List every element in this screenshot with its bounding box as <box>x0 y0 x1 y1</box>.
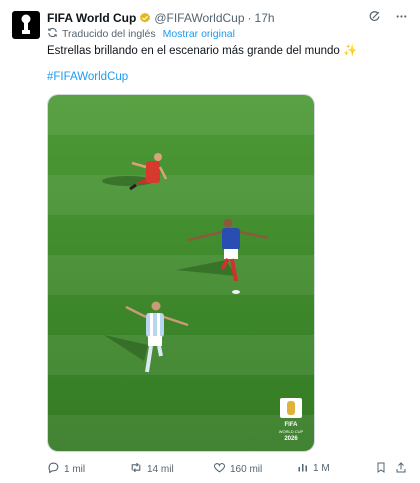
show-original-link[interactable]: Mostrar original <box>163 28 235 40</box>
grok-icon[interactable] <box>368 10 381 26</box>
display-name[interactable]: FIFA World Cup <box>47 11 136 25</box>
bookmark-button[interactable] <box>375 461 387 477</box>
like-count: 160 mil <box>230 463 263 475</box>
logo-line1-text: WORLD CUP <box>279 429 304 434</box>
handle[interactable]: @FIFAWorldCup <box>154 11 244 25</box>
logo-line2-text: 2026 <box>284 436 298 442</box>
tweet-text-body: Estrellas brillando en el escenario más … <box>47 45 340 57</box>
share-icon <box>395 461 407 477</box>
share-button[interactable] <box>395 461 407 477</box>
verified-badge-icon <box>139 12 151 24</box>
logo-brand-text: FIFA <box>285 422 299 428</box>
translate-icon <box>47 27 58 41</box>
translation-row: Traducido del inglés Mostrar original <box>47 27 235 41</box>
heart-icon <box>213 461 226 477</box>
action-bar: 1 mil 14 mil 160 mil 1 M <box>47 461 410 477</box>
translated-label: Traducido del inglés <box>62 28 156 40</box>
bookmark-icon <box>375 461 387 477</box>
reply-icon <box>47 461 60 477</box>
reply-count: 1 mil <box>64 463 86 475</box>
fifa-trophy-logo-icon <box>21 14 31 34</box>
repost-count: 14 mil <box>147 463 174 475</box>
avatar[interactable] <box>12 11 40 39</box>
views-count: 1 M <box>313 463 330 474</box>
sparkles-emoji: ✨ <box>342 45 358 57</box>
tweet-media-image[interactable]: FIFA WORLD CUP 2026 <box>47 94 315 452</box>
timestamp[interactable]: 17h <box>255 11 275 25</box>
hashtag-link[interactable]: #FIFAWorldCup <box>47 71 128 83</box>
reply-button[interactable]: 1 mil <box>47 461 85 477</box>
tweet[interactable]: FIFA World Cup @FIFAWorldCup · 17h Tradu… <box>0 0 420 483</box>
separator-dot: · <box>247 11 252 25</box>
repost-button[interactable]: 14 mil <box>129 461 174 477</box>
views-icon <box>297 461 309 476</box>
views-button[interactable]: 1 M <box>297 461 330 476</box>
tweet-text: Estrellas brillando en el escenario más … <box>47 43 357 57</box>
repost-icon <box>129 461 143 477</box>
tweet-header: FIFA World Cup @FIFAWorldCup · 17h <box>47 10 408 26</box>
like-button[interactable]: 160 mil <box>213 461 262 477</box>
more-icon[interactable] <box>395 10 408 26</box>
